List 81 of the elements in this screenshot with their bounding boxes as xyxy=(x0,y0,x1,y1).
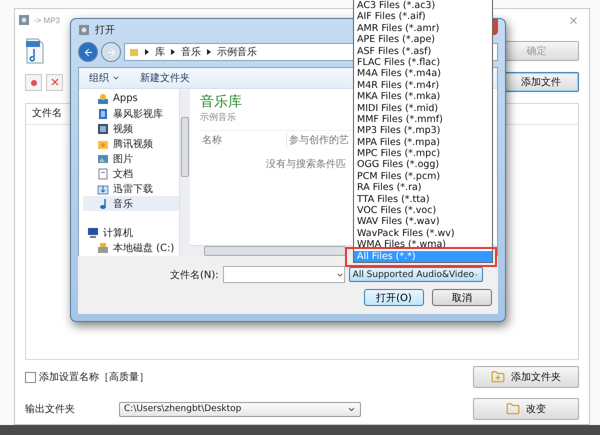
nav-item[interactable]: 计算机 xyxy=(83,225,179,240)
empty-message: 没有与搜索条件匹 xyxy=(266,158,346,171)
video-library-icon xyxy=(97,108,109,120)
output-folder-select[interactable]: C:\Users\zhengbt\Desktop xyxy=(119,402,361,416)
close-icon[interactable] xyxy=(568,14,579,26)
folder-plus-icon xyxy=(491,370,505,384)
computer-icon xyxy=(87,226,99,238)
nav-item[interactable]: 音乐 xyxy=(83,196,179,211)
delete-button[interactable] xyxy=(46,74,63,90)
film-icon xyxy=(97,122,109,134)
toolbar-command[interactable]: 新建文件夹 xyxy=(140,71,190,85)
library-subtitle: 示例音乐 xyxy=(200,112,236,124)
dropdown-option[interactable]: MPA Files (*.mpa) xyxy=(354,136,492,148)
cross-icon xyxy=(50,77,60,87)
remove-icon xyxy=(28,77,38,87)
dropdown-option[interactable]: APE Files (*.ape) xyxy=(354,34,492,46)
dropdown-option[interactable]: AC3 Files (*.ac3) xyxy=(354,0,492,12)
picture-icon xyxy=(97,152,109,164)
dropdown-option[interactable]: MKA Files (*.mka) xyxy=(354,91,492,103)
change-button[interactable]: 改变 xyxy=(473,398,579,420)
folder-icon xyxy=(506,402,520,416)
app-icon xyxy=(78,24,90,36)
dropdown-option[interactable]: AIF Files (*.aif) xyxy=(354,11,492,23)
dropdown-option[interactable]: VOC Files (*.voc) xyxy=(354,205,492,216)
document-icon xyxy=(97,168,109,180)
dropdown-option[interactable]: ASF Files (*.asf) xyxy=(354,46,492,57)
nav-item[interactable]: 文档 xyxy=(83,166,179,181)
forward-arrow-icon xyxy=(106,46,116,58)
column-header[interactable]: 名称 xyxy=(200,133,287,147)
add-folder-button[interactable]: 添加文件夹 xyxy=(473,366,579,388)
breadcrumb-item[interactable]: 音乐 xyxy=(181,45,201,59)
dropdown-option[interactable]: WMA Files (*.wma) xyxy=(354,239,492,251)
filetype-select[interactable]: All Supported Audio&Video xyxy=(348,267,483,282)
back-arrow-icon xyxy=(82,46,94,58)
library-title: 音乐库 xyxy=(200,93,242,111)
back-button[interactable] xyxy=(78,42,98,62)
nav-item[interactable]: 图片 xyxy=(83,151,179,166)
dropdown-option[interactable]: M4R Files (*.m4r) xyxy=(354,80,492,92)
dropdown-option[interactable]: WavPack Files (*.wv) xyxy=(354,228,492,240)
chevron-right-icon[interactable] xyxy=(145,49,149,55)
forward-button[interactable] xyxy=(101,42,121,62)
dropdown-option[interactable]: MIDI Files (*.mid) xyxy=(354,102,492,114)
dropdown-option[interactable]: M4A Files (*.m4a) xyxy=(354,68,492,80)
drive-icon xyxy=(97,242,109,254)
download-folder-icon xyxy=(97,182,109,194)
chevron-right-icon[interactable] xyxy=(207,49,211,55)
chevron-right-icon[interactable] xyxy=(171,49,175,55)
remove-button[interactable] xyxy=(25,74,42,90)
dropdown-option[interactable]: MMF Files (*.mmf) xyxy=(354,114,492,126)
dropdown-option[interactable]: OGG Files (*.ogg) xyxy=(354,159,492,171)
dropdown-option[interactable]: PCM Files (*.pcm) xyxy=(354,170,492,182)
nav-item[interactable]: Apps xyxy=(83,91,179,106)
dropdown-option[interactable]: MP3 Files (*.mp3) xyxy=(354,125,492,137)
column-header[interactable]: 参与创作的艺 xyxy=(287,133,355,147)
music-note-icon xyxy=(97,198,109,210)
nav-item[interactable]: 腾讯视频 xyxy=(83,136,179,151)
dialog-button[interactable]: 取消 xyxy=(432,289,492,306)
scrollbar[interactable] xyxy=(179,89,190,256)
dropdown-option[interactable]: TTA Files (*.tta) xyxy=(354,194,492,206)
toolbar-command[interactable]: 组织 xyxy=(89,71,120,85)
filename-label: 文件名(N): xyxy=(170,268,219,282)
checkbox[interactable] xyxy=(25,372,36,382)
dialog-title: 打开 xyxy=(95,24,115,37)
window-title: -> MP3 xyxy=(34,16,60,24)
dropdown-option[interactable]: MPC Files (*.mpc) xyxy=(354,148,492,160)
output-folder-label: 输出文件夹 xyxy=(25,402,75,416)
app-icon xyxy=(18,14,30,26)
dialog-button[interactable]: 打开(O) xyxy=(364,289,424,306)
dropdown-option[interactable]: AMR Files (*.amr) xyxy=(354,22,492,34)
breadcrumb-item[interactable]: 库 xyxy=(155,45,165,59)
mp3-file-icon xyxy=(25,38,45,64)
dropdown-option[interactable]: WAV Files (*.wav) xyxy=(354,216,492,228)
filename-field[interactable] xyxy=(222,266,345,283)
nav-item[interactable]: 迅雷下载 xyxy=(83,181,179,196)
nav-item[interactable]: 视频 xyxy=(83,121,179,136)
dropdown-option[interactable]: RA Files (*.ra) xyxy=(354,182,492,194)
breadcrumb-item[interactable]: 示例音乐 xyxy=(217,45,257,59)
add-file-button[interactable]: 添加文件 xyxy=(503,72,579,92)
folder-icon xyxy=(129,47,139,57)
nav-item[interactable]: 本地磁盘 (C:) xyxy=(83,240,179,255)
apps-icon xyxy=(97,92,109,104)
